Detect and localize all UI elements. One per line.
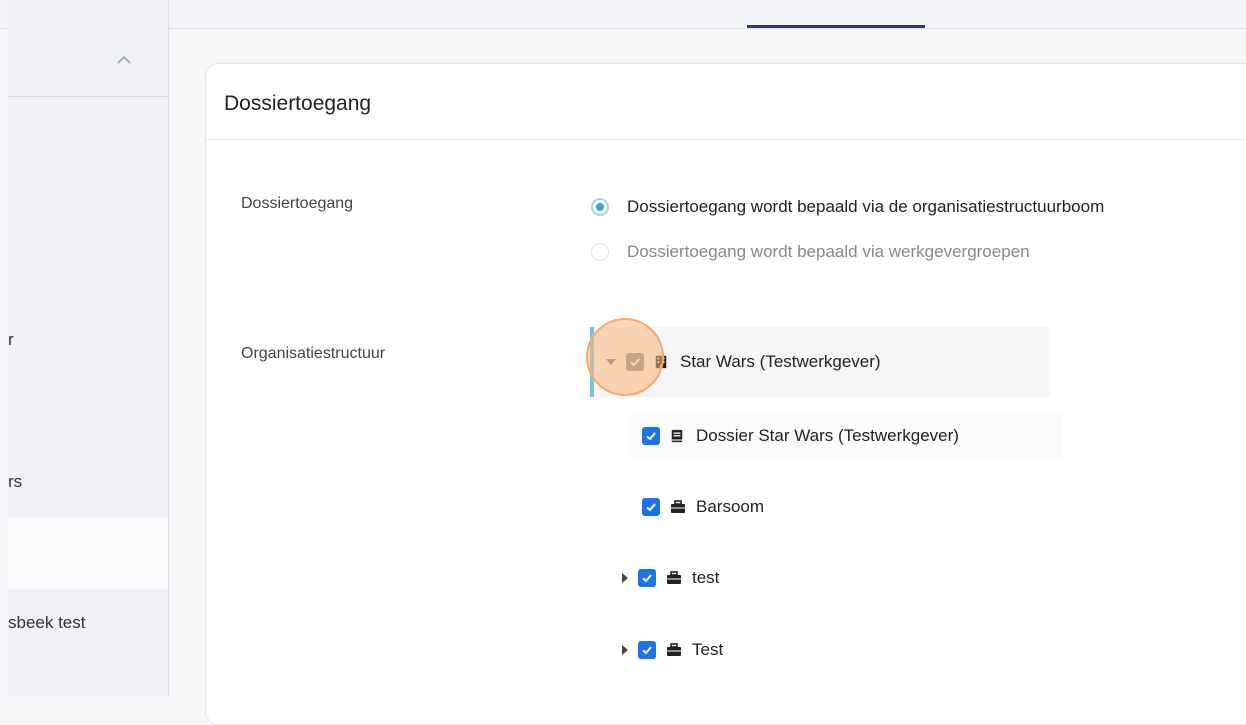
tree-node[interactable]: Test: [622, 628, 723, 672]
check-icon: [642, 646, 652, 655]
tree-node[interactable]: Barsoom: [642, 485, 764, 529]
divider: [206, 139, 1246, 140]
active-tab-indicator: [747, 25, 925, 28]
tree-node-label: test: [692, 568, 720, 587]
sidebar-item[interactable]: r: [8, 330, 168, 350]
checkbox[interactable]: [626, 353, 644, 371]
org-structure-label: Organisatiestructuur: [241, 345, 386, 362]
caret-right-icon[interactable]: [622, 645, 628, 655]
chevron-up-icon[interactable]: [116, 52, 132, 68]
sidebar-item-active[interactable]: [8, 517, 168, 589]
checkbox[interactable]: [642, 498, 660, 516]
tree-node[interactable]: Dossier Star Wars (Testwerkgever): [628, 414, 1062, 458]
caret-down-icon[interactable]: [606, 359, 616, 365]
radio-label: Dossiertoegang wordt bepaald via de orga…: [627, 197, 1105, 216]
radio-option-employer-groups[interactable]: Dossiertoegang wordt bepaald via werkgev…: [591, 242, 1030, 262]
radio-unselected[interactable]: [591, 243, 609, 261]
check-icon: [642, 574, 652, 583]
tree-node-label: Test: [692, 640, 724, 659]
check-icon: [646, 503, 656, 512]
checkbox[interactable]: [638, 641, 656, 659]
sidebar-item[interactable]: sbeek test: [8, 613, 168, 633]
top-navigation-bar: [0, 0, 1246, 29]
check-icon: [646, 432, 656, 441]
tree-node-root[interactable]: Star Wars (Testwerkgever): [590, 327, 1050, 397]
card-title: Dossiertoegang: [224, 92, 372, 115]
caret-right-icon[interactable]: [622, 573, 628, 583]
tree-node-label: Barsoom: [696, 497, 765, 516]
book-icon: [670, 428, 686, 444]
radio-option-structure-tree[interactable]: Dossiertoegang wordt bepaald via de orga…: [591, 197, 1104, 217]
building-icon: [654, 354, 670, 370]
tree-node-label: Star Wars (Testwerkgever): [680, 352, 881, 371]
briefcase-icon: [666, 570, 682, 586]
radio-label: Dossiertoegang wordt bepaald via werkgev…: [627, 242, 1030, 261]
check-icon: [630, 358, 640, 367]
tree-node[interactable]: test: [622, 556, 719, 600]
tree-node-label: Dossier Star Wars (Testwerkgever): [696, 426, 959, 445]
checkbox[interactable]: [638, 569, 656, 587]
sidebar: r rs sbeek test: [8, 0, 169, 696]
radio-selected[interactable]: [591, 198, 609, 216]
sidebar-item[interactable]: rs: [8, 472, 168, 492]
briefcase-icon: [666, 642, 682, 658]
access-label: Dossiertoegang: [241, 195, 354, 212]
checkbox[interactable]: [642, 427, 660, 445]
sidebar-header: [8, 28, 168, 97]
briefcase-icon: [670, 499, 686, 515]
